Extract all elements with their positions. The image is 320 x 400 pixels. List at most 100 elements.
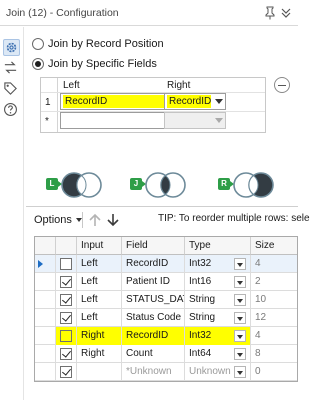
right-field-dropdown[interactable]: RecordID [164, 93, 226, 110]
field-cell[interactable]: Status Code [122, 309, 185, 327]
type-column-header[interactable]: Type [185, 237, 251, 255]
row-header-cell[interactable] [35, 363, 56, 381]
size-cell[interactable]: 2 [251, 273, 297, 291]
dropdown-value: RecordID [63, 95, 167, 108]
field-cell[interactable]: RecordID [122, 327, 185, 345]
title-bar: Join (12) - Configuration [0, 0, 298, 26]
output-badge: J [130, 178, 146, 190]
include-field-checkbox[interactable] [60, 294, 72, 306]
move-up-icon[interactable] [87, 212, 103, 228]
size-cell[interactable]: 12 [251, 309, 297, 327]
dropdown-value [167, 114, 211, 127]
row-header-cell[interactable] [35, 309, 56, 327]
row-header-cell[interactable] [35, 291, 56, 309]
row-number: * [45, 116, 49, 127]
type-dropdown-icon[interactable] [234, 312, 246, 324]
size-cell[interactable]: 10 [251, 291, 297, 309]
input-cell: Left [77, 255, 122, 273]
field-column-header[interactable]: Field [122, 237, 185, 255]
radio-label: Join by Specific Fields [48, 58, 157, 70]
input-cell: Right [77, 345, 122, 363]
checkbox-column-header [56, 237, 77, 255]
include-field-checkbox[interactable] [60, 258, 72, 270]
help-icon[interactable] [3, 102, 20, 119]
field-cell[interactable]: RecordID [122, 255, 185, 273]
type-dropdown-icon[interactable] [234, 258, 246, 270]
join-by-fields-radio[interactable]: Join by Specific Fields [32, 57, 192, 71]
row-number: 1 [45, 97, 51, 108]
radio-button[interactable] [32, 58, 44, 70]
type-dropdown-icon[interactable] [234, 348, 246, 360]
include-field-checkbox[interactable] [60, 312, 72, 324]
venn-right-icon [233, 172, 274, 198]
table-row[interactable]: Right RecordID Int32 4 [35, 327, 297, 345]
size-cell[interactable]: 8 [251, 345, 297, 363]
output-badge: R [218, 178, 234, 190]
radio-button[interactable] [32, 38, 44, 50]
remove-row-button[interactable] [274, 77, 290, 93]
input-cell: Left [77, 291, 122, 309]
row-header-cell[interactable] [35, 327, 56, 345]
field-cell[interactable]: *Unknown [122, 363, 185, 381]
chevron-down-icon [215, 118, 223, 123]
table-row[interactable]: Left Status Code String 12 [35, 309, 297, 327]
options-label: Options [34, 214, 72, 226]
chevron-down-icon[interactable] [280, 6, 292, 20]
right-column-header: Right [167, 80, 191, 91]
include-field-checkbox[interactable] [60, 348, 72, 360]
size-cell[interactable]: 4 [251, 327, 297, 345]
join-output-venn: J [130, 170, 190, 200]
reorder-tip: TIP: To reorder multiple rows: sele [158, 213, 310, 224]
config-tool-strip [0, 27, 24, 400]
include-field-checkbox[interactable] [60, 366, 72, 378]
row-header-cell [35, 237, 56, 255]
select-fields-grid: Input Field Type Size Left RecordID Int32 4… [34, 236, 298, 382]
left-column-header: Left [63, 80, 80, 91]
section-divider [26, 206, 298, 207]
toolbar-separator [82, 212, 83, 228]
field-cell[interactable]: STATUS_DATE [122, 291, 185, 309]
size-column-header[interactable]: Size [251, 237, 297, 255]
row-number-divider [57, 78, 58, 132]
select-toolbar: Options TIP: To reorder multiple rows: s… [26, 208, 310, 232]
exchange-icon[interactable] [3, 60, 20, 77]
row-header-cell[interactable] [35, 255, 56, 273]
dropdown-value: RecordID [167, 95, 212, 108]
venn-join-icon [145, 172, 186, 198]
type-dropdown-icon[interactable] [234, 276, 246, 288]
join-field-grid: Left Right 1 RecordID RecordID * [40, 77, 266, 133]
include-field-checkbox[interactable] [60, 276, 72, 288]
row-header-cell[interactable] [35, 345, 56, 363]
table-row[interactable]: LeftSTATUS_DATEString10 [35, 291, 297, 309]
type-dropdown-icon[interactable] [234, 366, 246, 378]
table-row[interactable]: Left RecordID Int32 4 [35, 255, 297, 273]
tag-icon[interactable] [3, 81, 20, 98]
input-cell: Left [77, 309, 122, 327]
input-cell: Right [77, 327, 122, 345]
dropdown-value [63, 114, 167, 127]
join-by-position-radio[interactable]: Join by Record Position [32, 37, 192, 51]
include-field-checkbox[interactable] [60, 330, 72, 342]
size-cell[interactable]: 4 [251, 255, 297, 273]
right-output-venn: R [218, 170, 278, 200]
row-header-cell[interactable] [35, 273, 56, 291]
input-cell: Left [77, 273, 122, 291]
field-cell[interactable]: Count [122, 345, 185, 363]
options-dropdown[interactable]: Options [34, 214, 82, 226]
right-field-dropdown [164, 112, 226, 129]
gear-icon[interactable] [3, 39, 20, 56]
type-dropdown-icon[interactable] [234, 294, 246, 306]
chevron-down-icon [215, 99, 223, 104]
venn-left-icon [61, 172, 102, 198]
input-column-header[interactable]: Input [77, 237, 122, 255]
size-cell[interactable]: 0 [251, 363, 297, 381]
left-output-venn: L [46, 170, 106, 200]
window-title: Join (12) - Configuration [6, 7, 119, 19]
table-row[interactable]: Right Count Int64 8 [35, 345, 297, 363]
field-cell[interactable]: Patient ID [122, 273, 185, 291]
table-row[interactable]: *Unknown Unknown 0 [35, 363, 297, 381]
type-dropdown-icon[interactable] [234, 330, 246, 342]
pin-icon[interactable] [264, 6, 276, 20]
table-row[interactable]: Left Patient ID Int16 2 [35, 273, 297, 291]
move-down-icon[interactable] [105, 212, 121, 228]
